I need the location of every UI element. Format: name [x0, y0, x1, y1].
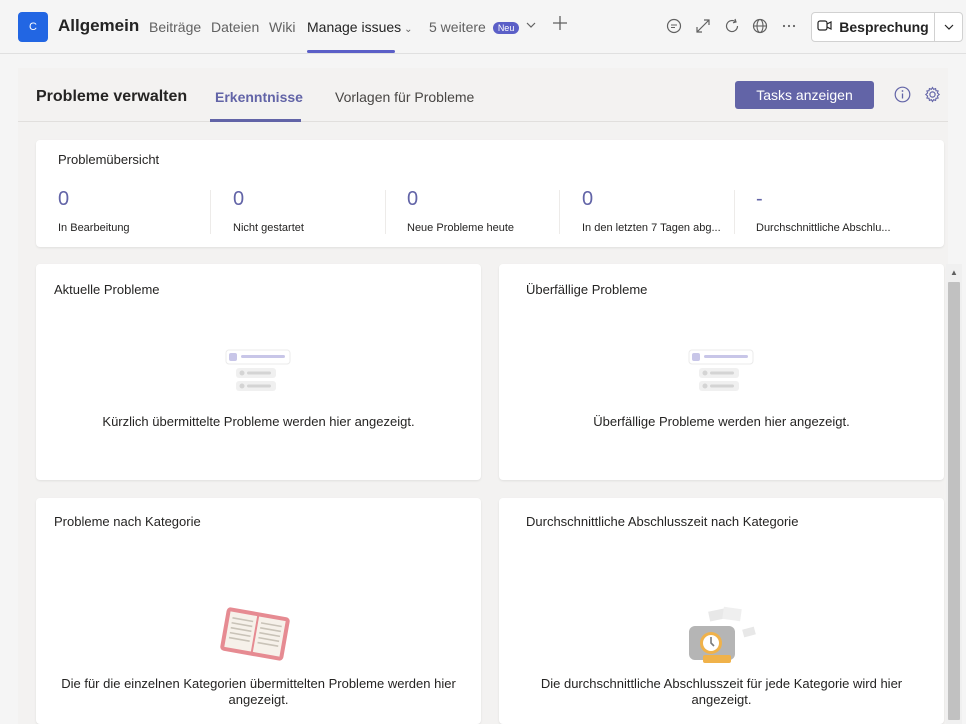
app-active-tab-indicator: [210, 119, 301, 122]
chevron-down-icon: ⌄: [404, 24, 413, 35]
show-tasks-button[interactable]: Tasks anzeigen: [735, 81, 874, 109]
avg-close-time-card: Durchschnittliche Abschlusszeit nach Kat…: [499, 498, 944, 724]
more-icon[interactable]: [780, 17, 798, 35]
stat-divider: [210, 190, 211, 234]
stat-avg-close-time: - Durchschnittliche Abschlu...: [756, 188, 930, 234]
stat-closed-7-days: 0 In den letzten 7 Tagen abg...: [582, 188, 756, 234]
issues-app: Probleme verwalten Erkenntnisse Vorlagen…: [18, 68, 948, 724]
empty-list-illustration: [224, 348, 294, 401]
stat-in-progress: 0 In Bearbeitung: [58, 188, 232, 234]
stat-divider: [559, 190, 560, 234]
stat-value: 0: [407, 188, 419, 210]
team-avatar[interactable]: C: [18, 12, 48, 42]
channel-name: Allgemein: [58, 16, 140, 35]
empty-state-text: Die für die einzelnen Kategorien übermit…: [61, 676, 456, 707]
tab-beitraege[interactable]: Beiträge: [149, 19, 201, 35]
stat-value: 0: [582, 188, 594, 210]
current-issues-card: Aktuelle Probleme Kürzlich übermittelte …: [36, 264, 481, 480]
stat-label: Nicht gestartet: [233, 222, 304, 234]
chevron-down-icon[interactable]: [935, 13, 963, 41]
card-title: Aktuelle Probleme: [54, 282, 160, 297]
stat-divider: [385, 190, 386, 234]
active-tab-indicator: [307, 50, 395, 53]
empty-list-illustration: [687, 348, 757, 401]
empty-state-text: Die durchschnittliche Abschlusszeit für …: [540, 676, 903, 707]
overview-title: Problemübersicht: [58, 152, 160, 167]
stopwatch-illustration: [685, 606, 765, 673]
refresh-icon[interactable]: [723, 17, 741, 35]
gear-icon[interactable]: [924, 86, 941, 108]
card-title: Überfällige Probleme: [526, 282, 648, 297]
more-tabs-label: 5 weitere: [429, 19, 486, 35]
empty-state-text: Kürzlich übermittelte Probleme werden hi…: [102, 414, 415, 429]
info-icon[interactable]: [894, 86, 911, 108]
stat-label: In den letzten 7 Tagen abg...: [582, 222, 721, 234]
video-icon: [817, 19, 832, 35]
app-title: Probleme verwalten: [36, 88, 188, 105]
issue-overview-card: Problemübersicht 0 In Bearbeitung 0 Nich…: [36, 140, 944, 247]
app-header: Probleme verwalten Erkenntnisse Vorlagen…: [18, 68, 948, 122]
tab-dateien[interactable]: Dateien: [211, 19, 259, 35]
expand-icon[interactable]: [694, 17, 712, 35]
stat-label: In Bearbeitung: [58, 222, 130, 234]
stat-label: Neue Probleme heute: [407, 222, 515, 234]
stat-value: 0: [233, 188, 245, 210]
globe-icon[interactable]: [751, 17, 769, 35]
tab-more[interactable]: 5 weitere Neu: [429, 19, 520, 35]
tab-manage-issues[interactable]: Manage issues ⌄: [307, 19, 413, 35]
tab-vorlagen[interactable]: Vorlagen für Probleme: [335, 89, 474, 105]
new-badge: Neu: [492, 22, 520, 35]
meeting-button-main[interactable]: Besprechung: [812, 13, 934, 41]
tab-erkenntnisse[interactable]: Erkenntnisse: [215, 89, 303, 105]
vertical-scrollbar[interactable]: ▲: [946, 264, 962, 724]
card-title: Probleme nach Kategorie: [54, 514, 201, 529]
overdue-issues-card: Überfällige Probleme Überfällige Problem…: [499, 264, 944, 480]
add-tab-icon[interactable]: [552, 14, 568, 37]
stat-value: -: [756, 188, 763, 210]
meeting-button[interactable]: Besprechung: [811, 12, 963, 42]
meeting-button-label: Besprechung: [839, 19, 929, 35]
issues-by-category-card: Probleme nach Kategorie Die für die einz…: [36, 498, 481, 724]
stat-not-started: 0 Nicht gestartet: [233, 188, 407, 234]
stat-value: 0: [58, 188, 70, 210]
channel-header: C Allgemein Beiträge Dateien Wiki Manage…: [0, 0, 966, 54]
stat-new-today: 0 Neue Probleme heute: [407, 188, 581, 234]
scrollbar-thumb[interactable]: [948, 282, 960, 720]
tab-manage-issues-label: Manage issues: [307, 19, 402, 35]
card-title: Durchschnittliche Abschlusszeit nach Kat…: [526, 514, 799, 529]
tab-wiki[interactable]: Wiki: [269, 19, 295, 35]
chat-icon[interactable]: [665, 17, 683, 35]
book-illustration: [217, 604, 293, 669]
stat-label: Durchschnittliche Abschlu...: [756, 222, 891, 234]
empty-state-text: Überfällige Probleme werden hier angezei…: [593, 414, 850, 429]
scroll-up-arrow-icon[interactable]: ▲: [950, 268, 958, 277]
stat-divider: [734, 190, 735, 234]
more-tabs-chevron-icon[interactable]: [526, 19, 536, 33]
